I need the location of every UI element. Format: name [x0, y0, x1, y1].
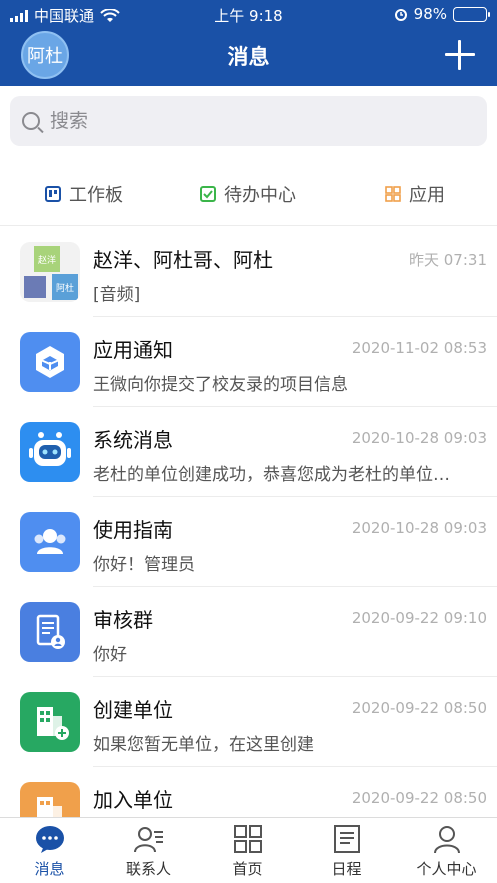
tab-home[interactable]: 首页 [198, 824, 297, 879]
battery-icon [453, 6, 490, 22]
cube-icon [20, 332, 80, 392]
message-time: 2020-10-28 09:03 [351, 519, 487, 537]
board-icon [45, 186, 61, 202]
search-input[interactable] [50, 110, 450, 132]
message-item-system[interactable]: 系统消息 2020-10-28 09:03 老杜的单位创建成功，恭喜您成为老杜的… [0, 407, 497, 497]
message-preview: [音频] [93, 285, 141, 305]
message-title: 创建单位 [93, 698, 173, 722]
tab-schedule-label: 日程 [331, 860, 362, 878]
quick-tabs: 工作板 待办中心 应用 [0, 160, 497, 226]
tab-profile[interactable]: 个人中心 [396, 824, 497, 879]
robot-icon [20, 422, 80, 482]
message-list: 赵洋 阿杜 赵洋、阿杜哥、阿杜 昨天 07:31 [音频] 应用通知 2020-… [0, 227, 497, 857]
checkbox-icon [200, 186, 216, 202]
group-avatar-icon: 赵洋 阿杜 [20, 242, 80, 302]
message-time: 2020-09-22 08:50 [351, 789, 487, 807]
message-time: 2020-11-02 08:53 [351, 339, 487, 357]
tab-home-label: 首页 [232, 860, 263, 878]
message-preview: 老杜的单位创建成功，恭喜您成为老杜的单位… [93, 465, 450, 485]
audit-document-icon [20, 602, 80, 662]
tab-profile-label: 个人中心 [416, 860, 477, 878]
tab-todo-center-label: 待办中心 [224, 185, 296, 206]
battery-percent: 98% [413, 5, 447, 23]
page-title: 消息 [227, 45, 270, 69]
message-preview: 你好 [93, 645, 127, 665]
building-add-icon [20, 692, 80, 752]
message-title: 赵洋、阿杜哥、阿杜 [93, 248, 273, 272]
message-time: 昨天 07:31 [409, 251, 487, 269]
message-item-audit-group[interactable]: 审核群 2020-09-22 09:10 你好 [0, 587, 497, 677]
contacts-icon [133, 824, 164, 854]
message-item-user-guide[interactable]: 使用指南 2020-10-28 09:03 你好！管理员 [0, 497, 497, 587]
tab-workboard[interactable]: 工作板 [45, 181, 123, 207]
status-bar: 中国联通 上午 9:18 98% [0, 0, 497, 28]
message-time: 2020-09-22 08:50 [351, 699, 487, 717]
user-icon [432, 824, 462, 854]
search-icon [22, 112, 40, 130]
tab-workboard-label: 工作板 [69, 185, 123, 206]
message-item-app-notification[interactable]: 应用通知 2020-11-02 08:53 王微向你提交了校友录的项目信息 [0, 317, 497, 407]
alarm-icon [394, 9, 407, 21]
message-title: 加入单位 [93, 788, 173, 812]
chat-bubble-icon [35, 824, 65, 854]
top-bar: 中国联通 上午 9:18 98% 阿杜 消息 [0, 0, 497, 86]
tab-todo-center[interactable]: 待办中心 [200, 181, 296, 207]
schedule-icon [332, 824, 362, 854]
message-time: 2020-10-28 09:03 [351, 429, 487, 447]
tab-schedule[interactable]: 日程 [297, 824, 396, 879]
tab-apps-label: 应用 [409, 185, 445, 206]
tab-contacts[interactable]: 联系人 [99, 824, 198, 879]
message-time: 2020-09-22 09:10 [351, 609, 487, 627]
add-icon[interactable] [445, 40, 475, 70]
message-item-create-unit[interactable]: 创建单位 2020-09-22 08:50 如果您暂无单位，在这里创建 [0, 677, 497, 767]
message-preview: 王微向你提交了校友录的项目信息 [93, 375, 348, 395]
tab-apps[interactable]: 应用 [385, 181, 445, 207]
grid-icon [385, 186, 401, 202]
search-bar[interactable] [10, 96, 487, 146]
bottom-tab-bar: 消息 联系人 首页 日程 个人中心 [0, 817, 497, 883]
home-grid-icon [233, 824, 263, 854]
tab-contacts-label: 联系人 [125, 860, 171, 878]
message-title: 审核群 [93, 608, 153, 632]
tab-messages[interactable]: 消息 [0, 824, 99, 879]
tab-messages-label: 消息 [34, 860, 65, 878]
message-title: 系统消息 [93, 428, 173, 452]
people-icon [20, 512, 80, 572]
message-preview: 如果您暂无单位，在这里创建 [93, 735, 314, 755]
message-preview: 你好！管理员 [93, 555, 195, 575]
message-item-group-chat[interactable]: 赵洋 阿杜 赵洋、阿杜哥、阿杜 昨天 07:31 [音频] [0, 227, 497, 317]
message-title: 使用指南 [93, 518, 173, 542]
message-title: 应用通知 [93, 338, 173, 362]
